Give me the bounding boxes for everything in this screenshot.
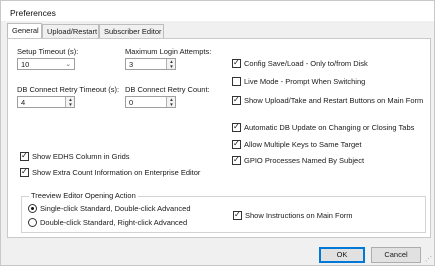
- gpio-checkbox[interactable]: GPIO Processes Named By Subject: [232, 155, 412, 166]
- setup-timeout-value: 10: [21, 60, 30, 69]
- radio-dot[interactable]: [28, 218, 37, 227]
- stepper-buttons[interactable]: ▲ ▼: [65, 97, 74, 107]
- checkbox-box[interactable]: [232, 155, 241, 165]
- show-instructions-label: Show Instructions on Main Form: [245, 211, 353, 220]
- radio-dot[interactable]: [28, 204, 37, 213]
- setup-timeout-label: Setup Timeout (s):: [17, 47, 79, 56]
- db-retry-count-value: 0: [129, 98, 134, 107]
- db-retry-count-label: DB Connect Retry Count:: [125, 85, 210, 94]
- treeview-option-single-click[interactable]: Single-click Standard, Double-click Adva…: [28, 204, 208, 214]
- db-retry-timeout-value: 4: [21, 98, 26, 107]
- checkbox-box[interactable]: [233, 210, 242, 220]
- tab-general[interactable]: General: [7, 23, 42, 38]
- stepper-buttons[interactable]: ▲ ▼: [166, 97, 175, 107]
- checkbox-box[interactable]: [232, 58, 241, 68]
- gpio-label: GPIO Processes Named By Subject: [244, 156, 365, 165]
- db-retry-timeout-stepper[interactable]: 4 ▲ ▼: [17, 96, 75, 108]
- treeview-group: Treeview Editor Opening Action Single-cl…: [21, 191, 426, 233]
- stepper-down-icon[interactable]: ▼: [168, 102, 175, 107]
- config-save-checkbox[interactable]: Config Save/Load - Only to/from Disk: [232, 58, 412, 69]
- preferences-window: Preferences General Upload/Restart Subsc…: [0, 0, 435, 266]
- treeview-option-double-click[interactable]: Double-click Standard, Right-click Advan…: [28, 218, 208, 228]
- max-login-stepper[interactable]: 3 ▲ ▼: [125, 58, 176, 70]
- title-bar: Preferences: [1, 1, 434, 21]
- show-edhs-label: Show EDHS Column in Grids: [32, 152, 130, 161]
- show-extra-count-checkbox[interactable]: Show Extra Count Information on Enterpri…: [20, 167, 210, 178]
- tab-subscriber-editor[interactable]: Subscriber Editor: [99, 24, 164, 38]
- stepper-buttons[interactable]: ▲ ▼: [166, 59, 175, 69]
- auto-db-update-checkbox[interactable]: Automatic DB Update on Changing or Closi…: [232, 122, 427, 133]
- live-mode-checkbox[interactable]: Live Mode - Prompt When Switching: [232, 77, 412, 87]
- multiple-keys-label: Allow Multiple Keys to Same Target: [244, 140, 362, 149]
- checkbox-box[interactable]: [20, 151, 29, 161]
- max-login-value: 3: [129, 60, 134, 69]
- general-panel: Setup Timeout (s): 10 ⌄ Maximum Login At…: [7, 38, 431, 238]
- checkbox-box[interactable]: [20, 167, 29, 177]
- checkbox-box[interactable]: [232, 139, 241, 149]
- multiple-keys-checkbox[interactable]: Allow Multiple Keys to Same Target: [232, 139, 412, 150]
- db-retry-count-stepper[interactable]: 0 ▲ ▼: [125, 96, 176, 108]
- db-retry-timeout-label: DB Connect Retry Timeout (s):: [17, 85, 120, 94]
- treeview-option2-label: Double-click Standard, Right-click Advan…: [40, 218, 188, 227]
- window-title: Preferences: [10, 8, 56, 18]
- chevron-down-icon: ⌄: [65, 61, 71, 68]
- config-save-label: Config Save/Load - Only to/from Disk: [244, 59, 368, 68]
- show-extra-count-label: Show Extra Count Information on Enterpri…: [32, 168, 201, 177]
- cancel-button[interactable]: Cancel: [371, 247, 421, 263]
- auto-db-update-label: Automatic DB Update on Changing or Closi…: [244, 123, 415, 132]
- stepper-down-icon[interactable]: ▼: [67, 102, 74, 107]
- max-login-label: Maximum Login Attempts:: [125, 47, 212, 56]
- treeview-option1-label: Single-click Standard, Double-click Adva…: [40, 204, 191, 213]
- setup-timeout-select[interactable]: 10 ⌄: [17, 58, 75, 70]
- checkbox-box[interactable]: [232, 77, 241, 86]
- checkbox-box[interactable]: [232, 95, 241, 105]
- show-upload-checkbox[interactable]: Show Upload/Take and Restart Buttons on …: [232, 95, 427, 106]
- show-instructions-checkbox[interactable]: Show Instructions on Main Form: [233, 210, 393, 221]
- live-mode-label: Live Mode - Prompt When Switching: [244, 77, 366, 86]
- stepper-down-icon[interactable]: ▼: [168, 64, 175, 69]
- ok-button[interactable]: OK: [319, 247, 365, 263]
- show-edhs-checkbox[interactable]: Show EDHS Column in Grids: [20, 151, 130, 162]
- checkbox-box[interactable]: [232, 122, 241, 132]
- treeview-legend: Treeview Editor Opening Action: [29, 191, 138, 200]
- show-upload-label: Show Upload/Take and Restart Buttons on …: [244, 96, 424, 105]
- resize-grip-icon[interactable]: ⋰: [425, 255, 432, 263]
- tab-upload-restart[interactable]: Upload/Restart: [42, 24, 99, 38]
